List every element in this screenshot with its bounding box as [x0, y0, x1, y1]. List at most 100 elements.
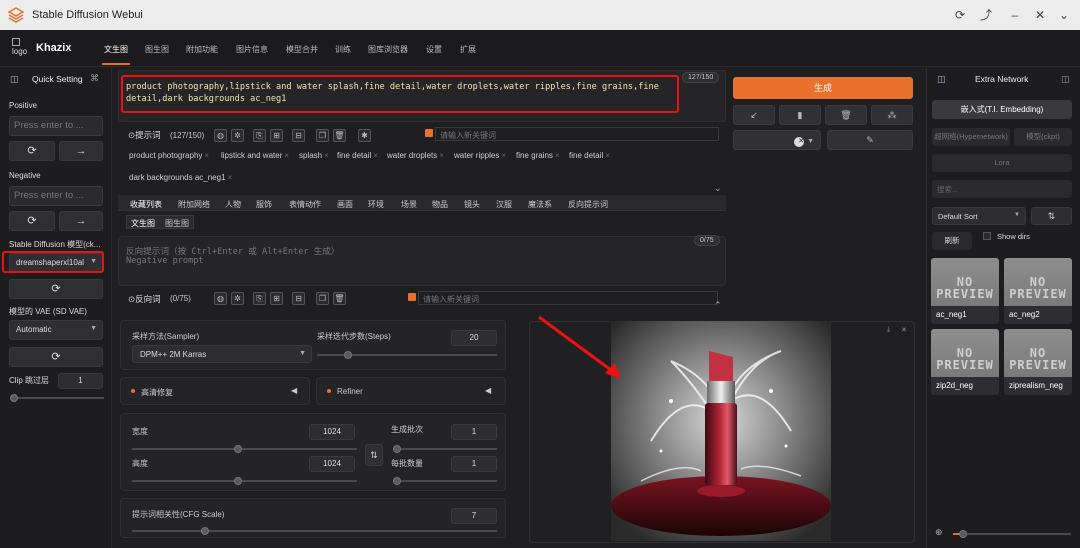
prompt-tag[interactable]: dark backgrounds ac_neg1 ×	[129, 173, 232, 182]
batch-size-slider[interactable]	[393, 477, 497, 485]
embedding-card[interactable]: NO PREVIEW ziprealism_neg	[1004, 329, 1072, 395]
checkbox-checked[interactable]	[425, 129, 433, 137]
height-input[interactable]: 1024	[309, 456, 355, 472]
tab-img2img[interactable]: 图生图	[145, 44, 169, 55]
edit-styles-button[interactable]: ✎	[827, 130, 913, 150]
category-tab[interactable]: 画面	[337, 199, 353, 210]
save-icon[interactable]: ⊞	[270, 292, 283, 305]
copy-icon[interactable]: ⎘	[253, 129, 266, 142]
slider-handle[interactable]	[10, 394, 18, 402]
zoom-slider[interactable]	[953, 530, 1071, 538]
cfg-slider[interactable]	[132, 527, 497, 535]
chevron-up-icon[interactable]: ⌃	[714, 300, 722, 311]
panel-icon[interactable]: ◫	[10, 74, 19, 85]
negative-section-header[interactable]: ⊙反向词	[128, 293, 161, 305]
chevron-down-icon[interactable]: ⌄	[714, 183, 722, 194]
negative-input[interactable]: Press enter to ...	[9, 186, 103, 206]
prompt-tag[interactable]: water droplets ×	[387, 151, 444, 160]
search-input[interactable]: 搜索...	[932, 180, 1072, 198]
tab-embedding[interactable]: 嵌入式(T.I. Embedding)	[932, 100, 1072, 119]
tab-png-info[interactable]: 图片信息	[236, 44, 268, 55]
layout-icon[interactable]: ⊟	[292, 129, 305, 142]
prompt-tag[interactable]: lipstick and water ×	[221, 151, 289, 160]
clip-skip-slider[interactable]	[10, 394, 104, 402]
copy-icon[interactable]: ⎘	[253, 292, 266, 305]
trash-icon[interactable]: 🗑	[333, 292, 346, 305]
category-tab[interactable]: 镜头	[464, 199, 480, 210]
negative-prompt-textarea[interactable]: 反向提示词（按 Ctrl+Enter 或 Alt+Enter 生成） Negat…	[118, 235, 726, 286]
clear-button[interactable]: 🗑	[825, 105, 867, 125]
paste-button[interactable]: ▮	[779, 105, 821, 125]
sort-direction-button[interactable]: ⇅	[1031, 207, 1072, 225]
category-tab[interactable]: 环境	[368, 199, 384, 210]
subcategory-tab[interactable]: 图生图	[165, 218, 189, 229]
chevron-down-icon[interactable]: ⌄	[1057, 8, 1071, 22]
category-tab[interactable]: 魔法系	[528, 199, 552, 210]
hires-fix-accordion[interactable]: 高清修复 ◀	[120, 377, 310, 405]
tab-gallery[interactable]: 图库浏览器	[368, 44, 408, 55]
category-tab[interactable]: 收藏列表	[130, 199, 162, 210]
tab-extras[interactable]: 附加功能	[186, 44, 218, 55]
category-tab[interactable]: 表情动作	[289, 199, 321, 210]
refresh-positive-button[interactable]: ⟳	[9, 141, 55, 161]
generated-image[interactable]	[611, 321, 831, 541]
batch-count-input[interactable]: 1	[451, 424, 497, 440]
generate-button[interactable]: 生成	[733, 77, 913, 99]
close-circle-icon[interactable]: ✕	[794, 137, 805, 147]
height-slider[interactable]	[132, 477, 357, 485]
new-keyword-input[interactable]: 请输入新关键词	[435, 127, 719, 141]
panel-right-icon[interactable]: ◫	[1061, 74, 1070, 85]
prompt-tag[interactable]: product photography ×	[129, 151, 209, 160]
duplicate-icon[interactable]: ❐	[316, 129, 329, 142]
close-icon[interactable]: ✕	[1033, 8, 1047, 22]
tab-txt2img[interactable]: 文生图	[102, 44, 130, 65]
positive-input[interactable]: Press enter to ...	[9, 116, 103, 136]
sort-select[interactable]: Default Sort ▼	[932, 207, 1026, 225]
open-external-icon[interactable]: ⤴	[979, 8, 993, 22]
slider-handle[interactable]	[343, 351, 352, 359]
category-tab[interactable]: 人物	[225, 199, 241, 210]
download-icon[interactable]: ⤓	[887, 326, 890, 334]
steps-input[interactable]: 20	[451, 330, 497, 346]
minimize-icon[interactable]: –	[1008, 8, 1022, 22]
category-tab[interactable]: 物品	[432, 199, 448, 210]
tab-checkpoint[interactable]: 模型(ckpt)	[1014, 128, 1072, 146]
trash-icon[interactable]: 🗑	[333, 129, 346, 142]
category-tab[interactable]: 附加网络	[178, 199, 210, 210]
steps-slider[interactable]	[317, 351, 497, 359]
embedding-card[interactable]: NO PREVIEW ac_neg1	[931, 258, 999, 324]
width-input[interactable]: 1024	[309, 424, 355, 440]
prompt-section-header[interactable]: ⊙提示词	[128, 129, 161, 141]
refresh-vae-button[interactable]: ⟳	[9, 347, 103, 367]
category-tab[interactable]: 反向提示词	[568, 199, 608, 210]
refresh-negative-button[interactable]: ⟳	[9, 211, 55, 231]
width-slider[interactable]	[132, 445, 357, 453]
tab-extensions[interactable]: 扩展	[460, 44, 476, 55]
refresh-icon[interactable]: ⟳	[953, 8, 967, 22]
globe-icon[interactable]: ◍	[214, 292, 227, 305]
tab-hypernetwork[interactable]: 超网络(Hypernetwork)	[932, 128, 1010, 146]
slider-handle[interactable]	[393, 477, 401, 485]
slider-handle[interactable]	[959, 530, 967, 538]
duplicate-icon[interactable]: ❐	[316, 292, 329, 305]
batch-size-input[interactable]: 1	[451, 456, 497, 472]
prompt-tag[interactable]: fine detail ×	[337, 151, 378, 160]
pin-icon[interactable]: ⌘	[90, 73, 99, 84]
slider-handle[interactable]	[201, 527, 209, 535]
slider-handle[interactable]	[233, 445, 242, 453]
refresh-model-button[interactable]: ⟳	[9, 279, 103, 299]
batch-count-slider[interactable]	[393, 445, 497, 453]
close-icon[interactable]: ✕	[901, 326, 907, 334]
swap-dimensions-button[interactable]: ⇅	[365, 444, 383, 466]
tab-settings[interactable]: 设置	[426, 44, 442, 55]
tab-merge[interactable]: 模型合并	[286, 44, 318, 55]
layout-icon[interactable]: ⊟	[292, 292, 305, 305]
magic-button[interactable]: ⁂	[871, 105, 913, 125]
category-tab[interactable]: 服饰	[256, 199, 272, 210]
slider-handle[interactable]	[393, 445, 401, 453]
prompt-tag[interactable]: fine detail ×	[569, 151, 610, 160]
checkbox-checked[interactable]	[408, 293, 416, 301]
restore-button[interactable]: ↙	[733, 105, 775, 125]
save-icon[interactable]: ⊞	[270, 129, 283, 142]
prompt-tag[interactable]: water ripples ×	[454, 151, 506, 160]
